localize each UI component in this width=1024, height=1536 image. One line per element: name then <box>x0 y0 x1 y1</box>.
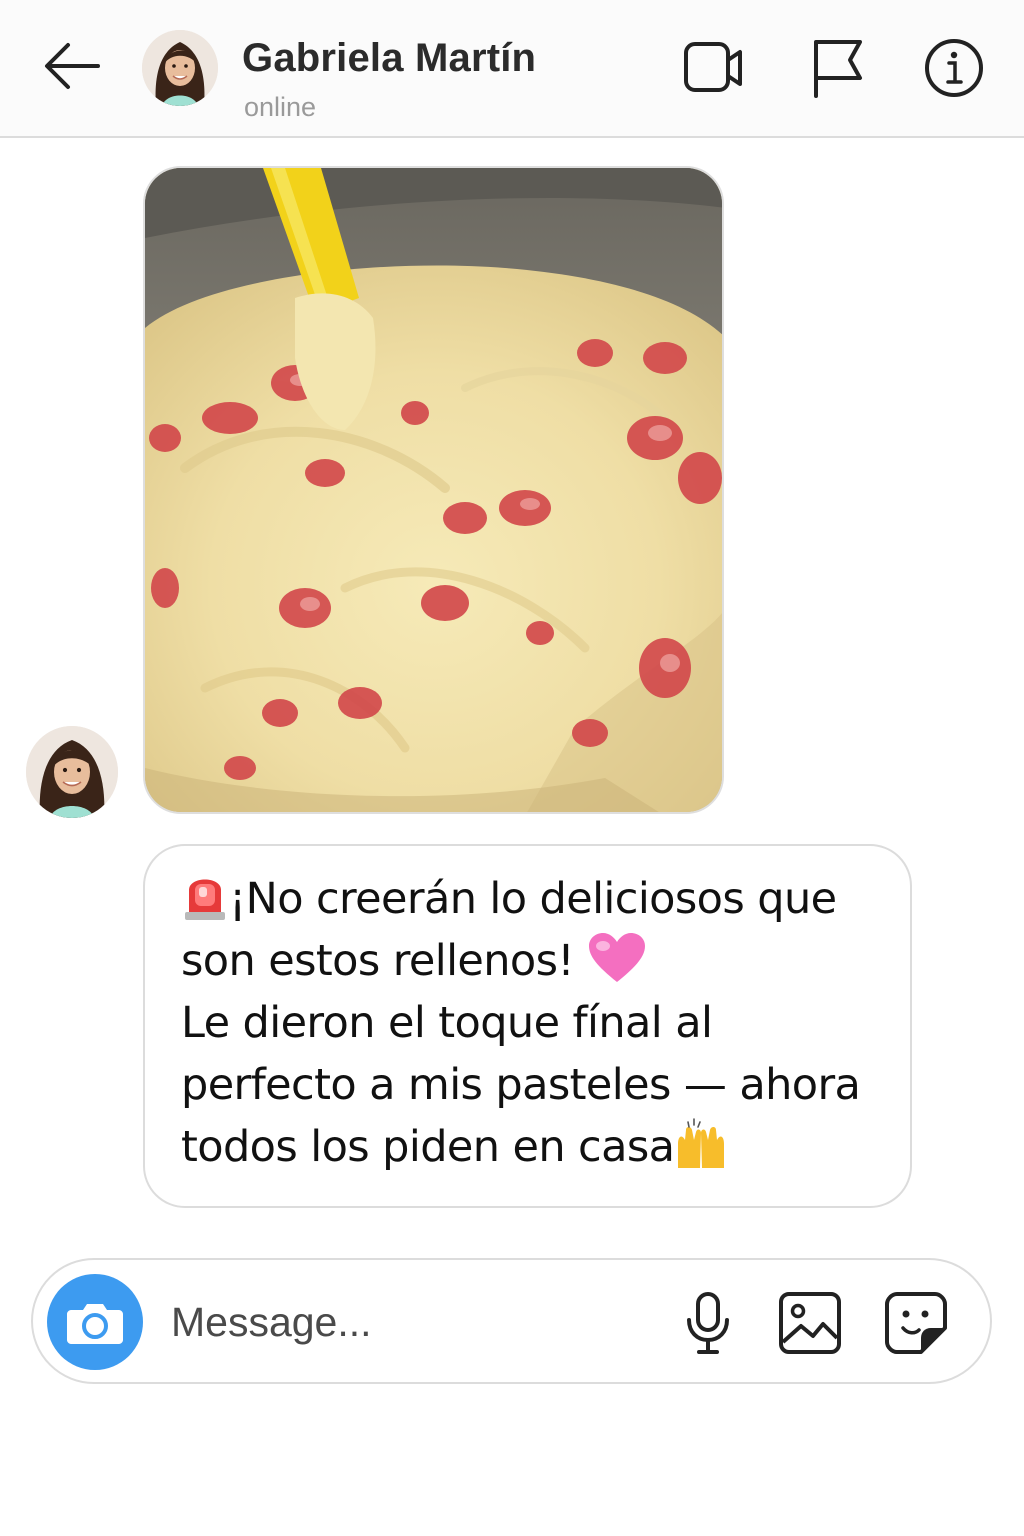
chat-header: Gabriela Martín online <box>0 0 1024 138</box>
video-call-button[interactable] <box>682 36 746 100</box>
message-line-3: Le dieron el toque fínal al <box>181 992 880 1054</box>
message-line-4: perfecto a mis pasteles — ahora <box>181 1054 880 1116</box>
message-composer <box>31 1258 992 1384</box>
pink-heart-emoji <box>589 933 646 982</box>
sticker-icon <box>885 1292 947 1354</box>
camera-button[interactable] <box>47 1274 143 1370</box>
camera-icon <box>67 1304 123 1344</box>
message-line-1: ¡No creerán lo deliciosos que <box>181 868 880 930</box>
siren-emoji <box>185 879 225 920</box>
message-text-line-1: ¡No creerán lo deliciosos que <box>229 874 837 924</box>
video-camera-icon <box>684 42 742 92</box>
info-button[interactable] <box>922 36 986 100</box>
text-message[interactable]: ¡No creerán lo deliciosos que son estos … <box>143 844 912 1208</box>
message-text-line-5: todos los piden en casa <box>181 1122 675 1172</box>
message-text-line-4: perfecto a mis pasteles — ahora <box>181 1060 861 1110</box>
photo-message[interactable] <box>143 166 724 814</box>
gallery-icon <box>779 1292 841 1354</box>
contact-name[interactable]: Gabriela Martín <box>242 36 536 81</box>
raised-hands-emoji <box>678 1118 725 1168</box>
contact-status: online <box>244 92 317 122</box>
contact-avatar[interactable] <box>142 30 218 106</box>
info-icon <box>925 39 983 97</box>
microphone-icon <box>687 1292 729 1354</box>
voice-message-button[interactable] <box>675 1290 741 1356</box>
gallery-button[interactable] <box>777 1290 843 1356</box>
report-button[interactable] <box>806 36 870 100</box>
message-input[interactable] <box>171 1288 651 1356</box>
sender-avatar[interactable] <box>26 726 118 818</box>
back-arrow-icon <box>45 43 100 89</box>
flag-icon <box>814 40 862 98</box>
back-button[interactable] <box>40 38 104 94</box>
message-line-2: son estos rellenos! <box>181 930 880 992</box>
message-line-5: todos los piden en casa <box>181 1116 880 1178</box>
sticker-button[interactable] <box>883 1290 949 1356</box>
batter-photo <box>145 168 722 812</box>
message-text-line-3: Le dieron el toque fínal al <box>181 998 713 1048</box>
message-text-line-2: son estos rellenos! <box>181 936 575 986</box>
